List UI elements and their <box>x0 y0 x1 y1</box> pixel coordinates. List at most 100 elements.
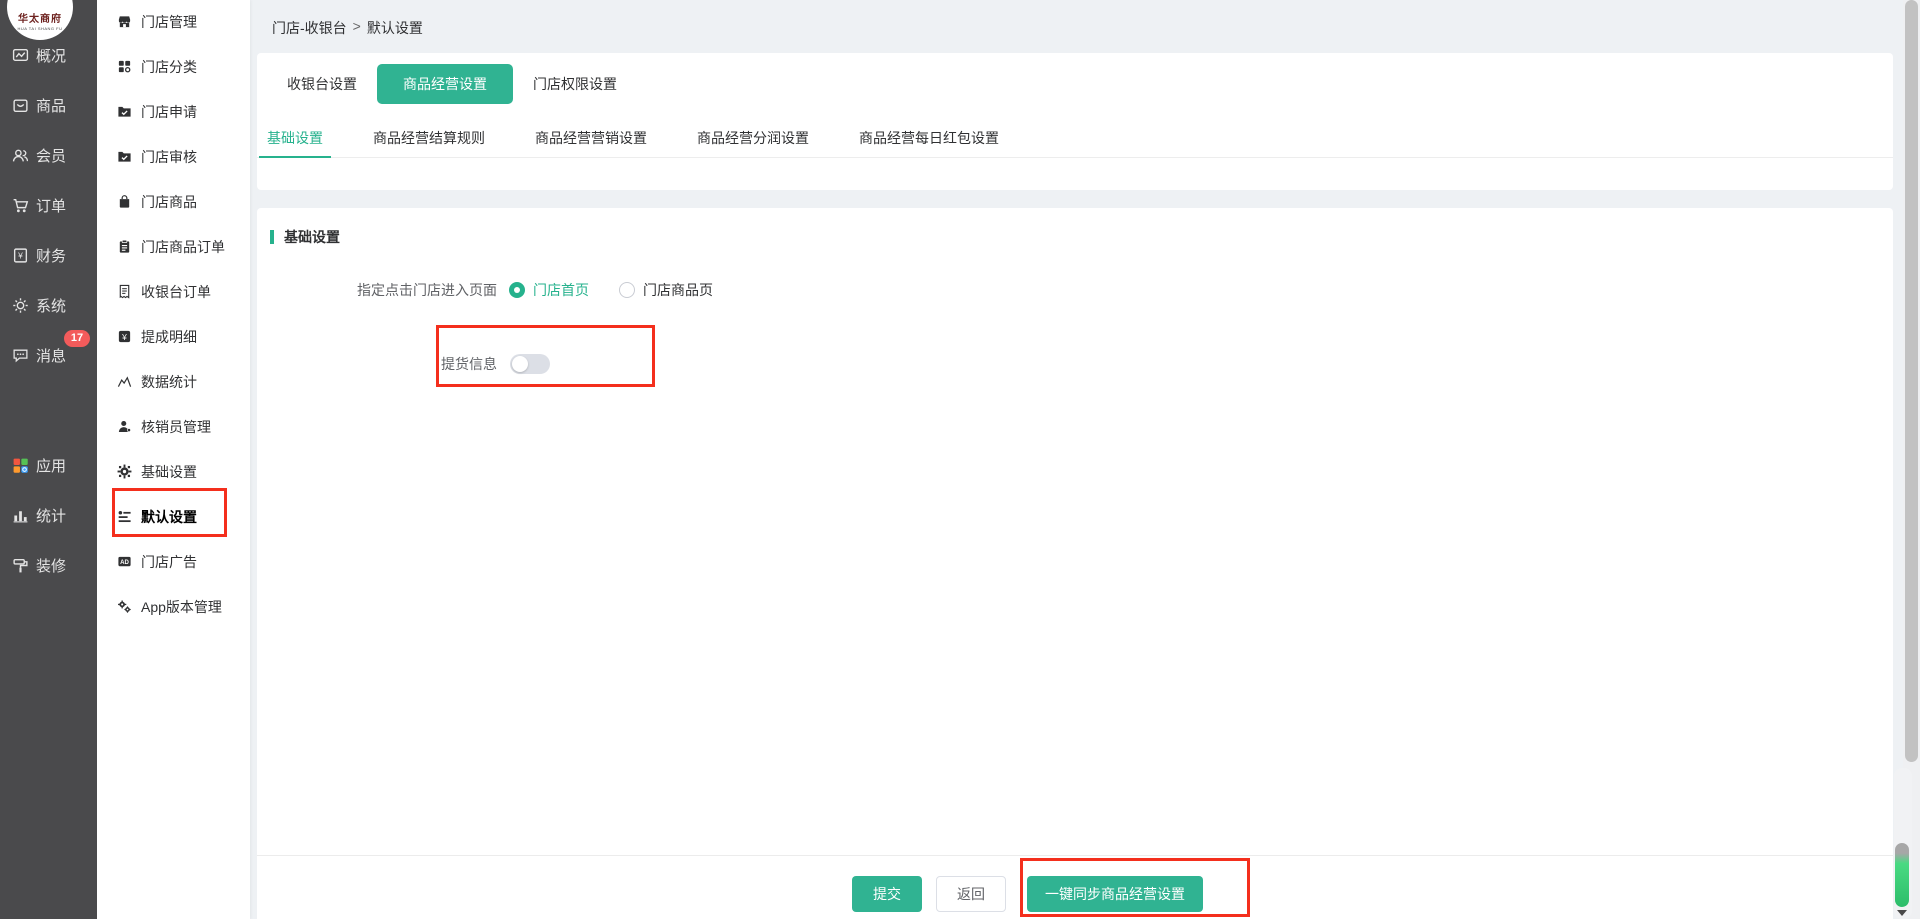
submenu-item-label: 提成明细 <box>141 328 197 345</box>
submenu-item-label: 门店申请 <box>141 103 197 120</box>
decorate-icon <box>12 557 29 574</box>
sidebar-item-label: 会员 <box>36 147 67 165</box>
submenu-item-label: 门店审核 <box>141 148 197 165</box>
submenu-item-app-version[interactable]: App版本管理 <box>97 584 250 629</box>
submit-button[interactable]: 提交 <box>852 876 922 912</box>
section-title: 基础设置 <box>270 227 340 247</box>
entry-page-row: 指定点击门店进入页面 门店首页 门店商品页 <box>257 278 743 302</box>
folder-check-icon <box>117 104 132 119</box>
submenu-item-verifier-management[interactable]: 核销员管理 <box>97 404 250 449</box>
tab-row: 收银台设置 商品经营设置 门店权限设置 <box>285 64 637 104</box>
person-icon <box>117 419 132 434</box>
sidebar-item-label: 统计 <box>36 507 67 525</box>
submenu-item-store-goods-orders[interactable]: 门店商品订单 <box>97 224 250 269</box>
stats-icon <box>12 507 29 524</box>
sync-settings-button[interactable]: 一键同步商品经营设置 <box>1027 876 1203 912</box>
brand-name: 华太商府 <box>18 14 62 25</box>
radio-option-label: 门店首页 <box>533 282 589 298</box>
subtab-red-packet[interactable]: 商品经营每日红包设置 <box>851 121 1007 158</box>
subtab-settlement[interactable]: 商品经营结算规则 <box>365 121 493 158</box>
svg-text:¥: ¥ <box>17 250 23 260</box>
radio-unselected-icon[interactable] <box>619 282 635 298</box>
entry-page-label: 指定点击门店进入页面 <box>357 282 497 298</box>
submenu-item-store-ads[interactable]: AD 门店广告 <box>97 539 250 584</box>
sidebar-item-system[interactable]: 系统 <box>0 280 97 330</box>
sidebar-item-label: 装修 <box>36 557 67 575</box>
submenu-item-label: 门店商品 <box>141 193 197 210</box>
submenu-item-store-goods[interactable]: 门店商品 <box>97 179 250 224</box>
submenu-item-cashier-orders[interactable]: 收银台订单 <box>97 269 250 314</box>
submenu-item-label: 门店管理 <box>141 13 197 30</box>
entry-page-radio-group: 门店首页 门店商品页 <box>509 280 743 300</box>
sidebar-item-goods[interactable]: 商品 <box>0 80 97 130</box>
members-icon <box>12 147 29 164</box>
subtab-profit[interactable]: 商品经营分润设置 <box>689 121 817 158</box>
submenu-item-data-statistics[interactable]: 数据统计 <box>97 359 250 404</box>
section-title-text: 基础设置 <box>284 229 340 245</box>
sidebar-item-label: 财务 <box>36 247 67 265</box>
chart-icon <box>117 374 132 389</box>
back-button[interactable]: 返回 <box>936 876 1006 912</box>
scroll-down-arrow-icon[interactable] <box>1897 910 1907 916</box>
overview-icon <box>12 47 29 64</box>
entry-page-option-0[interactable]: 门店首页 <box>509 280 589 300</box>
sidebar-item-label: 系统 <box>36 297 67 315</box>
form-footer: 提交 返回 一键同步商品经营设置 <box>257 855 1893 919</box>
apps-icon <box>12 457 29 474</box>
breadcrumb-parent[interactable]: 门店-收银台 <box>272 18 347 38</box>
sidebar-item-label: 商品 <box>36 97 67 115</box>
sidebar-item-decorate[interactable]: 装修 <box>0 540 97 590</box>
grid-icon <box>117 59 132 74</box>
sidebar-item-statistics[interactable]: 统计 <box>0 490 97 540</box>
tab-store-permissions[interactable]: 门店权限设置 <box>531 64 619 104</box>
sidebar-item-apps[interactable]: 应用 <box>0 440 97 490</box>
sidebar-item-members[interactable]: 会员 <box>0 130 97 180</box>
submenu-item-store-management[interactable]: 门店管理 <box>97 0 250 44</box>
tab-goods-operation[interactable]: 商品经营设置 <box>377 64 513 104</box>
pickup-info-row: 提货信息 <box>257 352 550 376</box>
sidebar-item-overview[interactable]: 概况 <box>0 30 97 80</box>
goods-icon <box>12 97 29 114</box>
entry-page-option-1[interactable]: 门店商品页 <box>619 280 713 300</box>
svg-text:¥: ¥ <box>121 332 127 342</box>
sidebar-item-label: 概况 <box>36 47 67 65</box>
gear-icon <box>117 464 132 479</box>
submenu-item-label: App版本管理 <box>141 598 222 615</box>
folder-check-icon <box>117 149 132 164</box>
submenu-item-store-category[interactable]: 门店分类 <box>97 44 250 89</box>
sidebar-item-label: 应用 <box>36 457 67 475</box>
ad-icon: AD <box>117 554 132 569</box>
store-icon <box>117 14 132 29</box>
submenu-item-store-audit[interactable]: 门店审核 <box>97 134 250 179</box>
subtab-marketing[interactable]: 商品经营营销设置 <box>527 121 655 158</box>
subtab-row: 基础设置 商品经营结算规则 商品经营营销设置 商品经营分润设置 商品经营每日红包设置 <box>257 121 1893 158</box>
sidebar-item-finance[interactable]: ¥ 财务 <box>0 230 97 280</box>
submenu-item-label: 门店分类 <box>141 58 197 75</box>
settings-form-card: 基础设置 指定点击门店进入页面 门店首页 门店商品页 提货信息 提交 返回 一键同… <box>257 208 1893 919</box>
pickup-info-toggle[interactable] <box>510 354 550 374</box>
sidebar-item-messages[interactable]: 消息 17 <box>0 330 97 380</box>
main-area: 门店-收银台 > 默认设置 收银台设置 商品经营设置 门店权限设置 基础设置 商品经营… <box>250 0 1920 919</box>
tab-cashier-settings[interactable]: 收银台设置 <box>285 64 359 104</box>
submenu-item-label: 门店商品订单 <box>141 238 225 255</box>
gears-icon <box>117 599 132 614</box>
sidebar-item-orders[interactable]: 订单 <box>0 180 97 230</box>
clipboard-icon <box>117 239 132 254</box>
submenu-item-basic-settings[interactable]: 基础设置 <box>97 449 250 494</box>
primary-sidebar: 华太商府 HUA TAI SHANG FU 概况 商品 会员 订单 ¥ 财务 系统 消息 17 应… <box>0 0 97 919</box>
submenu-item-label: 基础设置 <box>141 463 197 480</box>
radio-selected-icon[interactable] <box>509 282 525 298</box>
submenu-item-default-settings[interactable]: 默认设置 <box>97 494 250 539</box>
list-settings-icon <box>117 509 132 524</box>
secondary-sidebar: 门店管理门店分类门店申请门店审核门店商品门店商品订单收银台订单 ¥ 提成明细数据统计… <box>97 0 250 919</box>
finance-icon: ¥ <box>12 247 29 264</box>
subtab-basic[interactable]: 基础设置 <box>259 121 331 158</box>
submenu-item-store-apply[interactable]: 门店申请 <box>97 89 250 134</box>
sidebar-item-label: 订单 <box>36 197 67 215</box>
yen-icon: ¥ <box>117 329 132 344</box>
inner-scrollbar-thumb[interactable] <box>1895 843 1909 907</box>
breadcrumb-current: 默认设置 <box>366 20 423 36</box>
window-scrollbar-thumb[interactable] <box>1905 0 1918 762</box>
submenu-item-commission-details[interactable]: ¥ 提成明细 <box>97 314 250 359</box>
breadcrumb: 门店-收银台 > 默认设置 <box>272 18 423 38</box>
